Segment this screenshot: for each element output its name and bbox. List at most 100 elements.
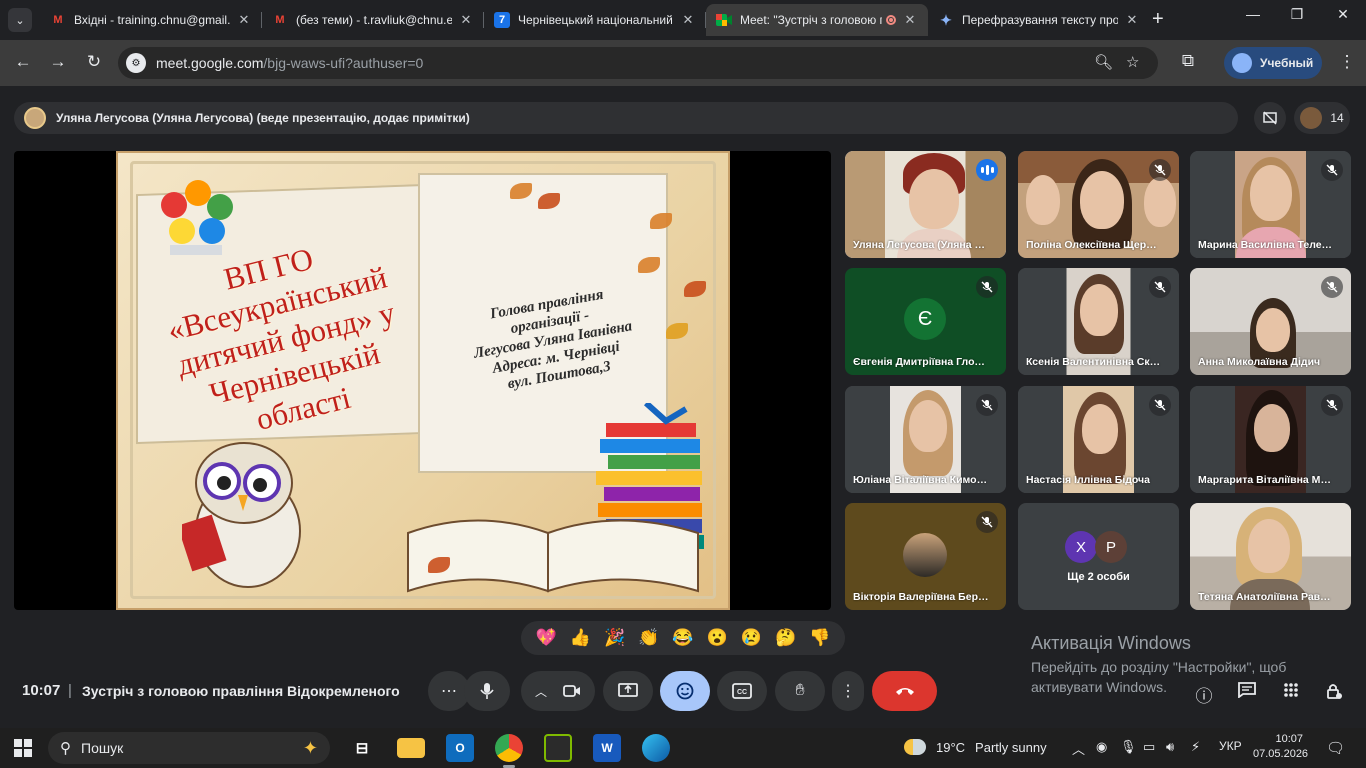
reload-icon[interactable]: ↻: [83, 52, 105, 72]
mic-off-icon: [1321, 394, 1343, 416]
meet-icon: [716, 12, 732, 28]
avatar: Х: [1065, 531, 1097, 563]
browser-toolbar: ← → ↻ ⚙ meet.google.com/bjg-waws-ufi?aut…: [0, 40, 1366, 86]
activities-icon[interactable]: [1279, 682, 1303, 703]
close-icon[interactable]: ✕: [458, 12, 474, 28]
mic-off-icon: [976, 394, 998, 416]
chat-icon[interactable]: [1235, 682, 1259, 703]
more-participants-tile[interactable]: Х Р Ще 2 особи: [1018, 503, 1179, 610]
tab-gmail-inbox[interactable]: M Вхідні - training.chnu@gmail.com ✕: [40, 4, 262, 36]
chrome-icon[interactable]: [495, 734, 523, 768]
close-window-button[interactable]: ✕: [1320, 6, 1366, 23]
chevron-up-icon[interactable]: ︿: [535, 683, 547, 700]
participant-tile[interactable]: Уляна Легусова (Уляна Легусова): [845, 151, 1006, 258]
restore-button[interactable]: ❐: [1274, 6, 1320, 23]
weather-widget[interactable]: 19°C Partly sunny: [904, 739, 1047, 755]
forward-icon[interactable]: →: [47, 52, 69, 72]
chevron-up-icon[interactable]: ︿: [1072, 739, 1085, 758]
end-call-button[interactable]: [872, 671, 937, 711]
participant-tile[interactable]: Тетяна Анатоліївна Равлюк: [1190, 503, 1351, 610]
file-explorer-icon[interactable]: [397, 738, 425, 758]
battery-icon[interactable]: ▭: [1143, 739, 1155, 755]
tab-title: Чернівецький національний університет: [518, 13, 674, 27]
back-icon[interactable]: ←: [12, 52, 34, 72]
reaction-thinking[interactable]: 🤔: [775, 628, 796, 648]
host-controls-icon[interactable]: [1322, 682, 1346, 705]
microphone-button[interactable]: [464, 671, 510, 711]
participant-tile[interactable]: Марина Василівна Телеуца: [1190, 151, 1351, 258]
meeting-title: Зустріч з головою правління Відокремлено…: [82, 683, 402, 699]
minimize-button[interactable]: —: [1230, 6, 1276, 22]
task-view-icon[interactable]: ⊟: [348, 734, 376, 762]
site-info-icon[interactable]: ⚙: [126, 53, 146, 73]
wifi-icon[interactable]: ⚡︎: [1191, 739, 1200, 755]
tab-gmail-draft[interactable]: M (без теми) - t.ravliuk@chnu.edu.ua ✕: [262, 4, 484, 36]
volume-icon[interactable]: 🔊︎: [1166, 739, 1174, 755]
close-icon[interactable]: ✕: [902, 12, 918, 28]
more-actions-button[interactable]: ⋮: [832, 671, 864, 711]
microphone-tray-icon[interactable]: 🎙︎: [1120, 739, 1137, 755]
participant-tile[interactable]: Поліна Олексіївна Щербанюк: [1018, 151, 1179, 258]
store-icon[interactable]: [544, 734, 572, 762]
participant-name: Настасія Іллівна Бідоча: [1026, 474, 1150, 486]
reaction-heart[interactable]: 💖: [536, 628, 557, 648]
camera-button[interactable]: ︿: [521, 671, 595, 711]
present-screen-button[interactable]: [603, 671, 653, 711]
close-icon[interactable]: ✕: [236, 12, 252, 28]
word-icon[interactable]: W: [593, 734, 621, 762]
participant-tile[interactable]: Анна Миколаївна Дідич: [1190, 268, 1351, 375]
tab-search-button[interactable]: ⌄: [8, 8, 32, 32]
close-icon[interactable]: ✕: [1124, 12, 1140, 28]
raise-hand-button[interactable]: ✋︎: [775, 671, 825, 711]
taskbar-clock[interactable]: 10:07 07.05.2026: [1253, 732, 1308, 762]
avatar: [24, 107, 46, 129]
reaction-sad[interactable]: 😢: [741, 628, 762, 648]
extensions-icon[interactable]: ⧉: [1177, 51, 1199, 71]
reaction-thumbs-up[interactable]: 👍: [570, 628, 591, 648]
close-icon[interactable]: ✕: [680, 12, 696, 28]
participant-tile[interactable]: Ксенія Валентинівна Скрипник: [1018, 268, 1179, 375]
outlook-icon[interactable]: O: [446, 734, 474, 762]
avatar-group: Х Р: [1065, 531, 1127, 563]
participants-button[interactable]: 14: [1294, 102, 1350, 134]
participant-tile[interactable]: Вікторія Валеріївна Березовська: [845, 503, 1006, 610]
reaction-clap[interactable]: 👏: [638, 628, 659, 648]
menu-icon[interactable]: ⋮: [1336, 52, 1358, 72]
tab-university[interactable]: 7 Чернівецький національний університет …: [484, 4, 706, 36]
taskbar-search[interactable]: ⚲ Пошук ✦: [48, 732, 330, 764]
bookmark-star-icon[interactable]: ☆: [1126, 53, 1139, 71]
tab-gemini[interactable]: ✦ Перефразування тексту про ✕: [928, 4, 1150, 36]
participant-tile[interactable]: Настасія Іллівна Бідоча: [1018, 386, 1179, 493]
layout-toggle-button[interactable]: [1254, 102, 1286, 134]
tab-title: Перефразування тексту про: [962, 13, 1118, 27]
edge-icon[interactable]: [642, 734, 670, 762]
participant-video: [1080, 284, 1118, 336]
temperature: 19°C: [936, 739, 966, 755]
reactions-button[interactable]: [660, 671, 710, 711]
participant-tile[interactable]: Юліана Віталіївна Кимощук: [845, 386, 1006, 493]
participant-video: [1082, 404, 1118, 454]
more-participants-label: Ще 2 особи: [1067, 571, 1130, 583]
start-button[interactable]: [14, 739, 32, 757]
captions-button[interactable]: CC: [717, 671, 767, 711]
participant-count: 14: [1330, 111, 1344, 125]
tab-title: Вхідні - training.chnu@gmail.com: [74, 13, 230, 27]
input-language[interactable]: УКР: [1219, 739, 1242, 753]
tab-meet[interactable]: Meet: "Зустріч з головою правління" ✕: [706, 4, 928, 36]
profile-button[interactable]: Учебный: [1224, 47, 1322, 79]
meeting-info-icon[interactable]: ⓘ: [1192, 682, 1216, 707]
reaction-surprised[interactable]: 😮: [707, 628, 728, 648]
participant-name: Ксенія Валентинівна Скрипник: [1026, 356, 1162, 368]
notifications-icon[interactable]: 🗨︎: [1326, 739, 1345, 757]
participant-tile[interactable]: Маргарита Віталіївна Мельник: [1190, 386, 1351, 493]
reaction-party[interactable]: 🎉: [604, 628, 625, 648]
presentation-stage[interactable]: ВП ГО «Всеукраїнський дитячий фонд» у Че…: [14, 151, 831, 610]
reaction-laugh[interactable]: 😂: [672, 628, 693, 648]
zoom-icon[interactable]: 🔍︎: [1094, 53, 1113, 71]
camera-tray-icon[interactable]: ◉: [1096, 739, 1107, 755]
address-bar[interactable]: ⚙ meet.google.com/bjg-waws-ufi?authuser=…: [118, 47, 1158, 79]
participant-tile[interactable]: Є Євгенія Дмитріївна Глодан: [845, 268, 1006, 375]
divider: |: [68, 682, 72, 699]
reaction-thumbs-down[interactable]: 👎: [809, 628, 830, 648]
new-tab-button[interactable]: +: [1152, 8, 1164, 31]
